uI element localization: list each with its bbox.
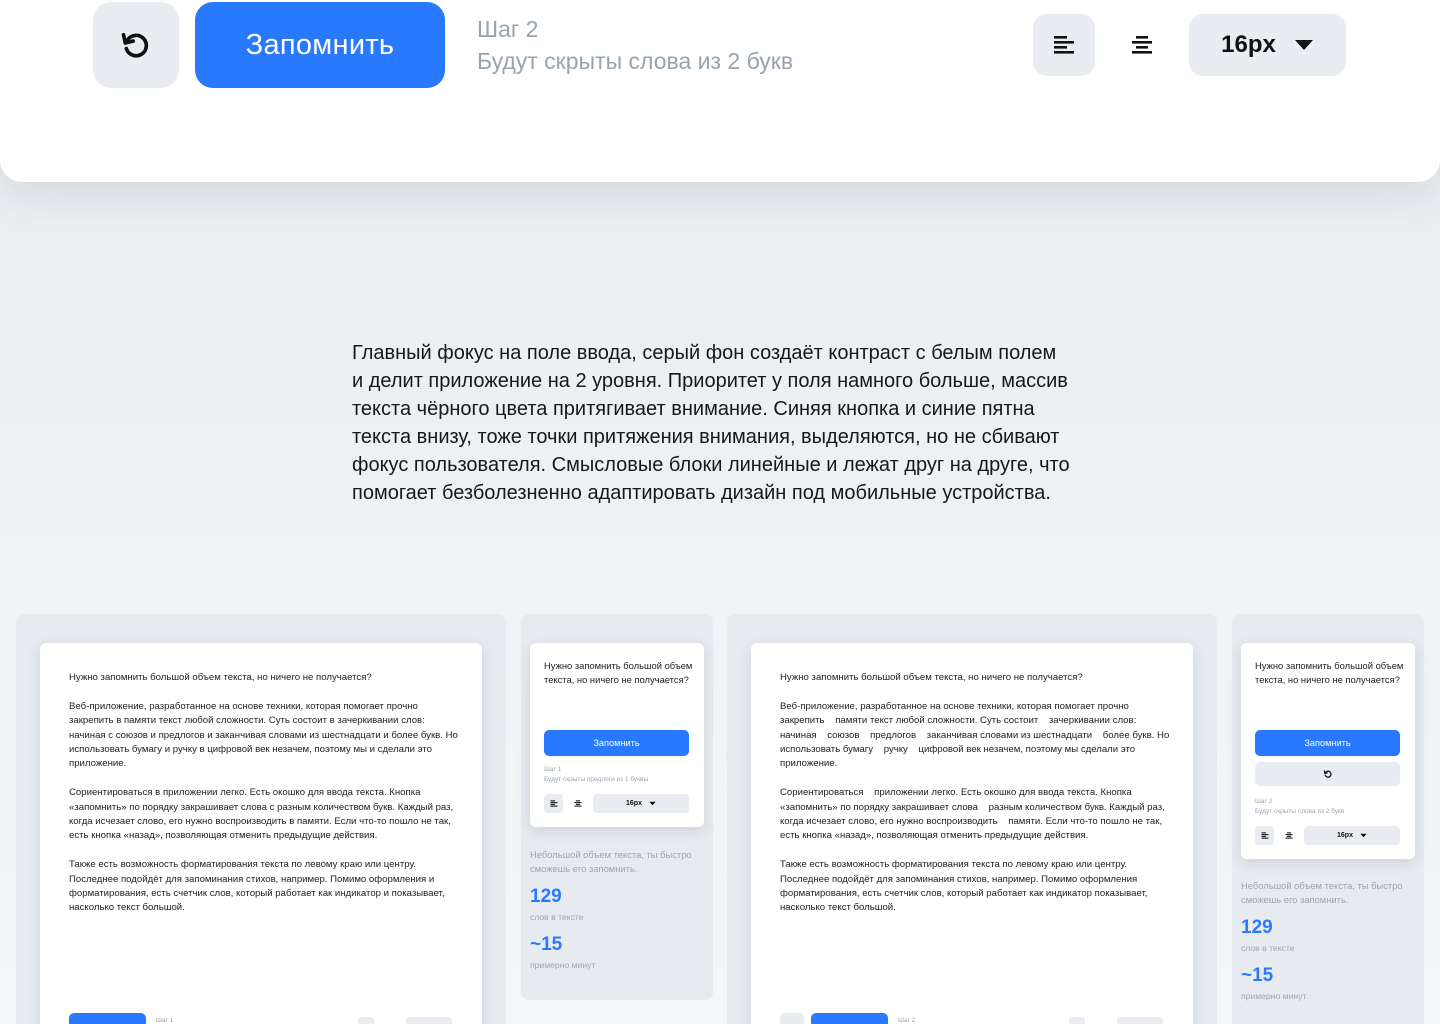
font-size-select[interactable]: 16px [1189, 14, 1346, 76]
mobile-step-description: Будут скрыты слова из 2 букв [1255, 808, 1345, 815]
mobile-undo-button[interactable] [1255, 762, 1400, 786]
editor-text: Нужно запомнить большой объем текста, но… [69, 671, 459, 930]
preview-panel-mobile-1: Нужно запомнить большой объем текста, но… [521, 614, 713, 1000]
editor-paragraph: Нужно запомнить большой объем текста, но… [780, 672, 1083, 683]
word-count: 129 [1241, 917, 1273, 938]
mini-align-left-button[interactable] [1069, 1017, 1085, 1024]
minutes-estimate-label: примерно минут [1241, 991, 1307, 1001]
word-count-label: слов в тексте [1241, 943, 1295, 953]
mobile-font-size-select[interactable]: 16px [593, 794, 689, 813]
editor-paragraph: Сориентироваться в приложении легко. Ест… [69, 787, 454, 842]
mobile-question: Нужно запомнить большой объем текста, но… [1255, 660, 1404, 686]
preview-panel-desktop-1: Нужно запомнить большой объем текста, но… [16, 614, 506, 1024]
minutes-estimate: ~15 [530, 934, 563, 955]
mobile-remember-button[interactable]: Запомнить [544, 730, 689, 756]
mobile-step-label: Шаг 2 [1255, 798, 1273, 805]
mini-remember-button[interactable] [69, 1013, 146, 1024]
align-center-icon [1285, 832, 1292, 839]
undo-icon [1323, 770, 1332, 778]
mini-undo-button[interactable] [780, 1013, 804, 1024]
editor-paragraph: Веб-приложение, разработанное на основе … [69, 700, 458, 770]
minutes-estimate: ~15 [1241, 965, 1274, 986]
caret-down-icon [649, 801, 656, 806]
mobile-align-left-button[interactable] [1255, 826, 1274, 845]
mobile-font-size-select[interactable]: 16px [1304, 826, 1400, 845]
editor-paragraph: Также есть возможность форматирования те… [69, 859, 445, 914]
mobile-format-tools: 16px [544, 794, 689, 813]
mobile-step-description: Будут скрыты предлоги из 1 буквы [544, 776, 649, 783]
editor-text: Нужно запомнить большой объем текста, но… [780, 671, 1170, 930]
align-center-button[interactable] [1111, 14, 1173, 76]
mobile-align-center-button[interactable] [568, 794, 587, 813]
caret-down-icon [1294, 40, 1313, 50]
mobile-align-center-button[interactable] [1279, 826, 1298, 845]
align-left-icon [1261, 832, 1268, 839]
align-center-icon [1132, 36, 1152, 54]
mobile-remember-button[interactable]: Запомнить [1255, 730, 1400, 756]
mini-font-size-select[interactable] [406, 1017, 452, 1024]
description-paragraph: Главный фокус на поле ввода, серый фон с… [352, 342, 1070, 504]
editor-paragraph: Нужно запомнить большой объем текста, но… [69, 672, 372, 683]
mini-align-center-button[interactable] [1093, 1017, 1109, 1024]
mobile-question: Нужно запомнить большой объем текста, но… [544, 660, 693, 686]
mobile-font-size-value: 16px [1337, 832, 1353, 839]
text-editor-preview: Нужно запомнить большой объем текста, но… [751, 643, 1193, 1024]
mobile-step-label: Шаг 1 [544, 766, 562, 773]
font-size-value: 16px [1221, 31, 1276, 58]
caret-down-icon [1360, 833, 1367, 838]
align-left-icon [1054, 36, 1074, 54]
editor-paragraph: Веб-приложение, разработанное на основе … [780, 700, 1170, 770]
minutes-estimate-label: примерно минут [530, 960, 596, 970]
mobile-info-text: Небольшой объем текста, ты быстро сможеш… [1241, 880, 1403, 906]
align-left-button[interactable] [1033, 14, 1095, 76]
mini-align-left-button[interactable] [358, 1017, 374, 1024]
editor-paragraph: Также есть возможность форматирования те… [780, 859, 1148, 914]
word-count: 129 [530, 886, 562, 907]
mini-step-label: Шаг 1 [156, 1017, 174, 1024]
mobile-align-left-button[interactable] [544, 794, 563, 813]
mobile-card: Нужно запомнить большой объем текста, но… [530, 643, 704, 827]
mobile-card: Нужно запомнить большой объем текста, но… [1241, 643, 1415, 859]
undo-button[interactable] [93, 2, 179, 88]
mini-remember-button[interactable] [811, 1013, 888, 1024]
align-center-icon [574, 800, 581, 807]
word-count-label: слов в тексте [530, 912, 584, 922]
undo-icon [121, 32, 149, 58]
step-label: Шаг 2 [477, 16, 539, 42]
remember-button[interactable]: Запомнить [195, 2, 445, 88]
mini-font-size-select[interactable] [1117, 1017, 1163, 1024]
mobile-info-text: Небольшой объем текста, ты быстро сможеш… [530, 849, 692, 875]
text-editor-preview: Нужно запомнить большой объем текста, но… [40, 643, 482, 1024]
toolbar-card: Запомнить Шаг 2 Будут скрыты слова из 2 … [0, 0, 1440, 182]
mobile-font-size-value: 16px [626, 800, 642, 807]
align-left-icon [550, 800, 557, 807]
mobile-format-tools: 16px [1255, 826, 1400, 845]
step-description: Будут скрыты слова из 2 букв [477, 48, 794, 74]
preview-panel-mobile-2: Нужно запомнить большой объем текста, но… [1232, 614, 1424, 1024]
mini-step-label: Шаг 2 [898, 1017, 916, 1024]
mini-align-center-button[interactable] [382, 1017, 398, 1024]
preview-panel-desktop-2: Нужно запомнить большой объем текста, но… [727, 614, 1217, 1024]
editor-paragraph: Сориентироваться приложении легко. Есть … [780, 787, 1165, 842]
